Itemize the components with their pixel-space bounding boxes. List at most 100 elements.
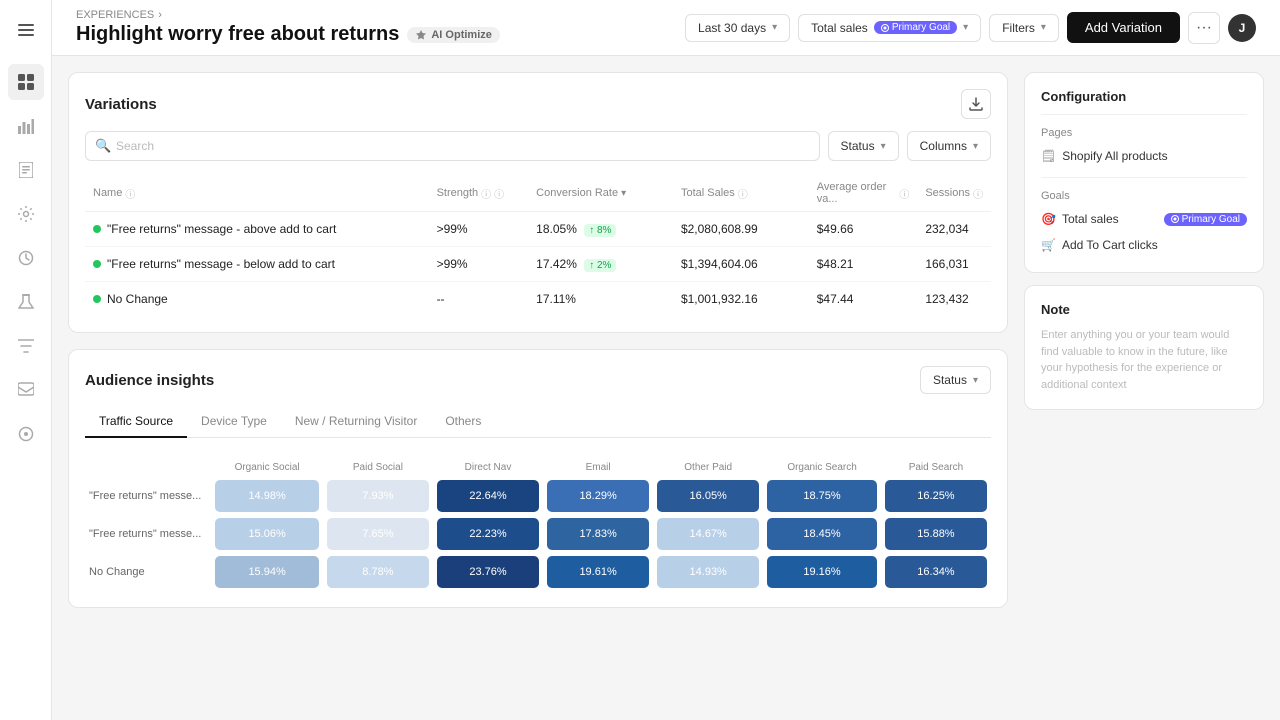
search-row: 🔍 Status ▾ Columns ▾ xyxy=(85,131,991,161)
variations-title: Variations xyxy=(85,96,157,113)
strength-info-icon2: ⓘ xyxy=(494,186,504,201)
configuration-card: Configuration Pages 🗒 Shopify All produc… xyxy=(1024,72,1264,273)
avg-order-info-icon: ⓘ xyxy=(899,186,909,201)
audience-tab-device-type[interactable]: Device Type xyxy=(187,406,281,438)
heatmap-cell: 23.76% xyxy=(433,553,543,591)
sales-cell: $1,001,932.16 xyxy=(673,282,809,317)
heatmap-row-label: "Free returns" messe... xyxy=(85,477,211,515)
sidebar-dashboard-icon[interactable] xyxy=(8,64,44,100)
ai-badge-label: AI Optimize xyxy=(431,29,492,41)
breadcrumb: EXPERIENCES › xyxy=(76,9,500,21)
col-sales: Total Sales xyxy=(681,187,735,199)
heatmap-row: No Change15.94%8.78%23.76%19.61%14.93%19… xyxy=(85,553,991,591)
pages-icon: 🗒 xyxy=(1041,149,1056,163)
sessions-cell: 123,432 xyxy=(917,282,991,317)
goal-button[interactable]: Total sales Primary Goal ▾ xyxy=(798,14,981,42)
heatmap-cell: 19.16% xyxy=(763,553,881,591)
page-title-text: Highlight worry free about returns xyxy=(76,23,399,46)
more-options-button[interactable]: ··· xyxy=(1188,12,1220,44)
strength-cell: -- xyxy=(429,282,529,317)
sidebar-config-icon[interactable] xyxy=(8,416,44,452)
breadcrumb-parent[interactable]: EXPERIENCES xyxy=(76,9,154,21)
audience-tabs: Traffic SourceDevice TypeNew / Returning… xyxy=(85,406,991,438)
heatmap-cell: 16.34% xyxy=(881,553,991,591)
heatmap-cell: 7.65% xyxy=(323,515,433,553)
heatmap-col-header: Paid Social xyxy=(323,458,433,477)
content-area: Variations 🔍 Status ▾ Columns xyxy=(52,56,1280,720)
variation-name: No Change xyxy=(107,292,168,306)
note-placeholder[interactable]: Enter anything you or your team would fi… xyxy=(1041,327,1247,393)
search-input[interactable] xyxy=(85,131,820,161)
left-panel: Variations 🔍 Status ▾ Columns xyxy=(68,72,1008,704)
status-button[interactable]: Status ▾ xyxy=(828,131,899,161)
insights-status-button[interactable]: Status ▾ xyxy=(920,366,991,394)
heatmap-cell: 16.05% xyxy=(653,477,763,515)
sidebar-menu-icon[interactable] xyxy=(8,12,44,48)
table-header-row: Nameⓘ Strengthⓘⓘ Conversion Rate▾ Total … xyxy=(85,175,991,212)
heatmap-cell: 14.67% xyxy=(653,515,763,553)
variation-name: "Free returns" message - above add to ca… xyxy=(107,222,336,236)
goal-item-label: 🎯 Total sales xyxy=(1041,208,1119,230)
sidebar-experiments-icon[interactable] xyxy=(8,284,44,320)
date-range-button[interactable]: Last 30 days ▾ xyxy=(685,14,790,42)
heatmap-cell: 15.88% xyxy=(881,515,991,553)
goal-icon: 🛒 xyxy=(1041,238,1056,252)
sidebar-messages-icon[interactable] xyxy=(8,372,44,408)
sidebar-history-icon[interactable] xyxy=(8,240,44,276)
strength-cell: >99% xyxy=(429,212,529,247)
download-button[interactable] xyxy=(961,89,991,119)
date-range-label: Last 30 days xyxy=(698,21,766,35)
strength-cell: >99% xyxy=(429,247,529,282)
sales-cell: $2,080,608.99 xyxy=(673,212,809,247)
variation-name: "Free returns" message - below add to ca… xyxy=(107,257,335,271)
topbar-controls: Last 30 days ▾ Total sales Primary Goal … xyxy=(685,12,1256,44)
sales-info-icon: ⓘ xyxy=(738,186,748,201)
sidebar-settings-icon[interactable] xyxy=(8,196,44,232)
uplift-badge: ↑ 2% xyxy=(584,259,616,272)
primary-goal-text: Primary Goal xyxy=(892,22,950,33)
audience-tab-others[interactable]: Others xyxy=(431,406,495,438)
sidebar-pages-icon[interactable] xyxy=(8,152,44,188)
variations-table: Nameⓘ Strengthⓘⓘ Conversion Rate▾ Total … xyxy=(85,175,991,316)
strength-info-icon: ⓘ xyxy=(481,186,491,201)
add-variation-button[interactable]: Add Variation xyxy=(1067,12,1180,43)
goal-item: 🛒 Add To Cart clicks xyxy=(1041,234,1247,256)
heatmap-wrap: Organic SocialPaid SocialDirect NavEmail… xyxy=(85,458,991,591)
insights-card-header: Audience insights Status ▾ xyxy=(85,366,991,394)
search-icon: 🔍 xyxy=(95,138,111,154)
sidebar-filters-icon[interactable] xyxy=(8,328,44,364)
audience-tab-traffic-source[interactable]: Traffic Source xyxy=(85,406,187,438)
heatmap-cell: 15.94% xyxy=(211,553,323,591)
filters-chevron: ▾ xyxy=(1041,22,1046,33)
heatmap-col-header: Paid Search xyxy=(881,458,991,477)
heatmap-cell: 18.29% xyxy=(543,477,653,515)
user-avatar: J xyxy=(1228,14,1256,42)
name-info-icon: ⓘ xyxy=(125,186,135,201)
status-dot xyxy=(93,260,101,268)
audience-tab-new-/-returning-visitor[interactable]: New / Returning Visitor xyxy=(281,406,432,438)
avg-order-cell: $49.66 xyxy=(809,212,918,247)
avg-order-cell: $47.44 xyxy=(809,282,918,317)
goal-name: Total sales xyxy=(1062,212,1119,226)
goal-primary-tag: Primary Goal xyxy=(1164,213,1247,226)
heatmap-cell: 22.23% xyxy=(433,515,543,553)
goals-list: 🎯 Total sales Primary Goal 🛒 Add To Cart… xyxy=(1041,208,1247,256)
audience-insights-card: Audience insights Status ▾ Traffic Sourc… xyxy=(68,349,1008,608)
goal-label: Total sales xyxy=(811,21,868,35)
heatmap-cell: 18.45% xyxy=(763,515,881,553)
topbar: EXPERIENCES › Highlight worry free about… xyxy=(52,0,1280,56)
breadcrumb-separator: › xyxy=(158,9,162,21)
columns-button[interactable]: Columns ▾ xyxy=(907,131,991,161)
date-range-chevron: ▾ xyxy=(772,22,777,33)
insights-status-label: Status xyxy=(933,373,967,387)
page-title: Highlight worry free about returns AI Op… xyxy=(76,23,500,46)
sessions-cell: 166,031 xyxy=(917,247,991,282)
conversion-cell: 18.05% ↑ 8% xyxy=(528,212,673,247)
note-card: Note Enter anything you or your team wou… xyxy=(1024,285,1264,410)
heatmap-cell: 16.25% xyxy=(881,477,991,515)
col-strength: Strength xyxy=(437,187,479,199)
sidebar-analytics-icon[interactable] xyxy=(8,108,44,144)
goals-section-label: Goals xyxy=(1041,190,1247,202)
filters-button[interactable]: Filters ▾ xyxy=(989,14,1059,42)
heatmap-cell: 22.64% xyxy=(433,477,543,515)
